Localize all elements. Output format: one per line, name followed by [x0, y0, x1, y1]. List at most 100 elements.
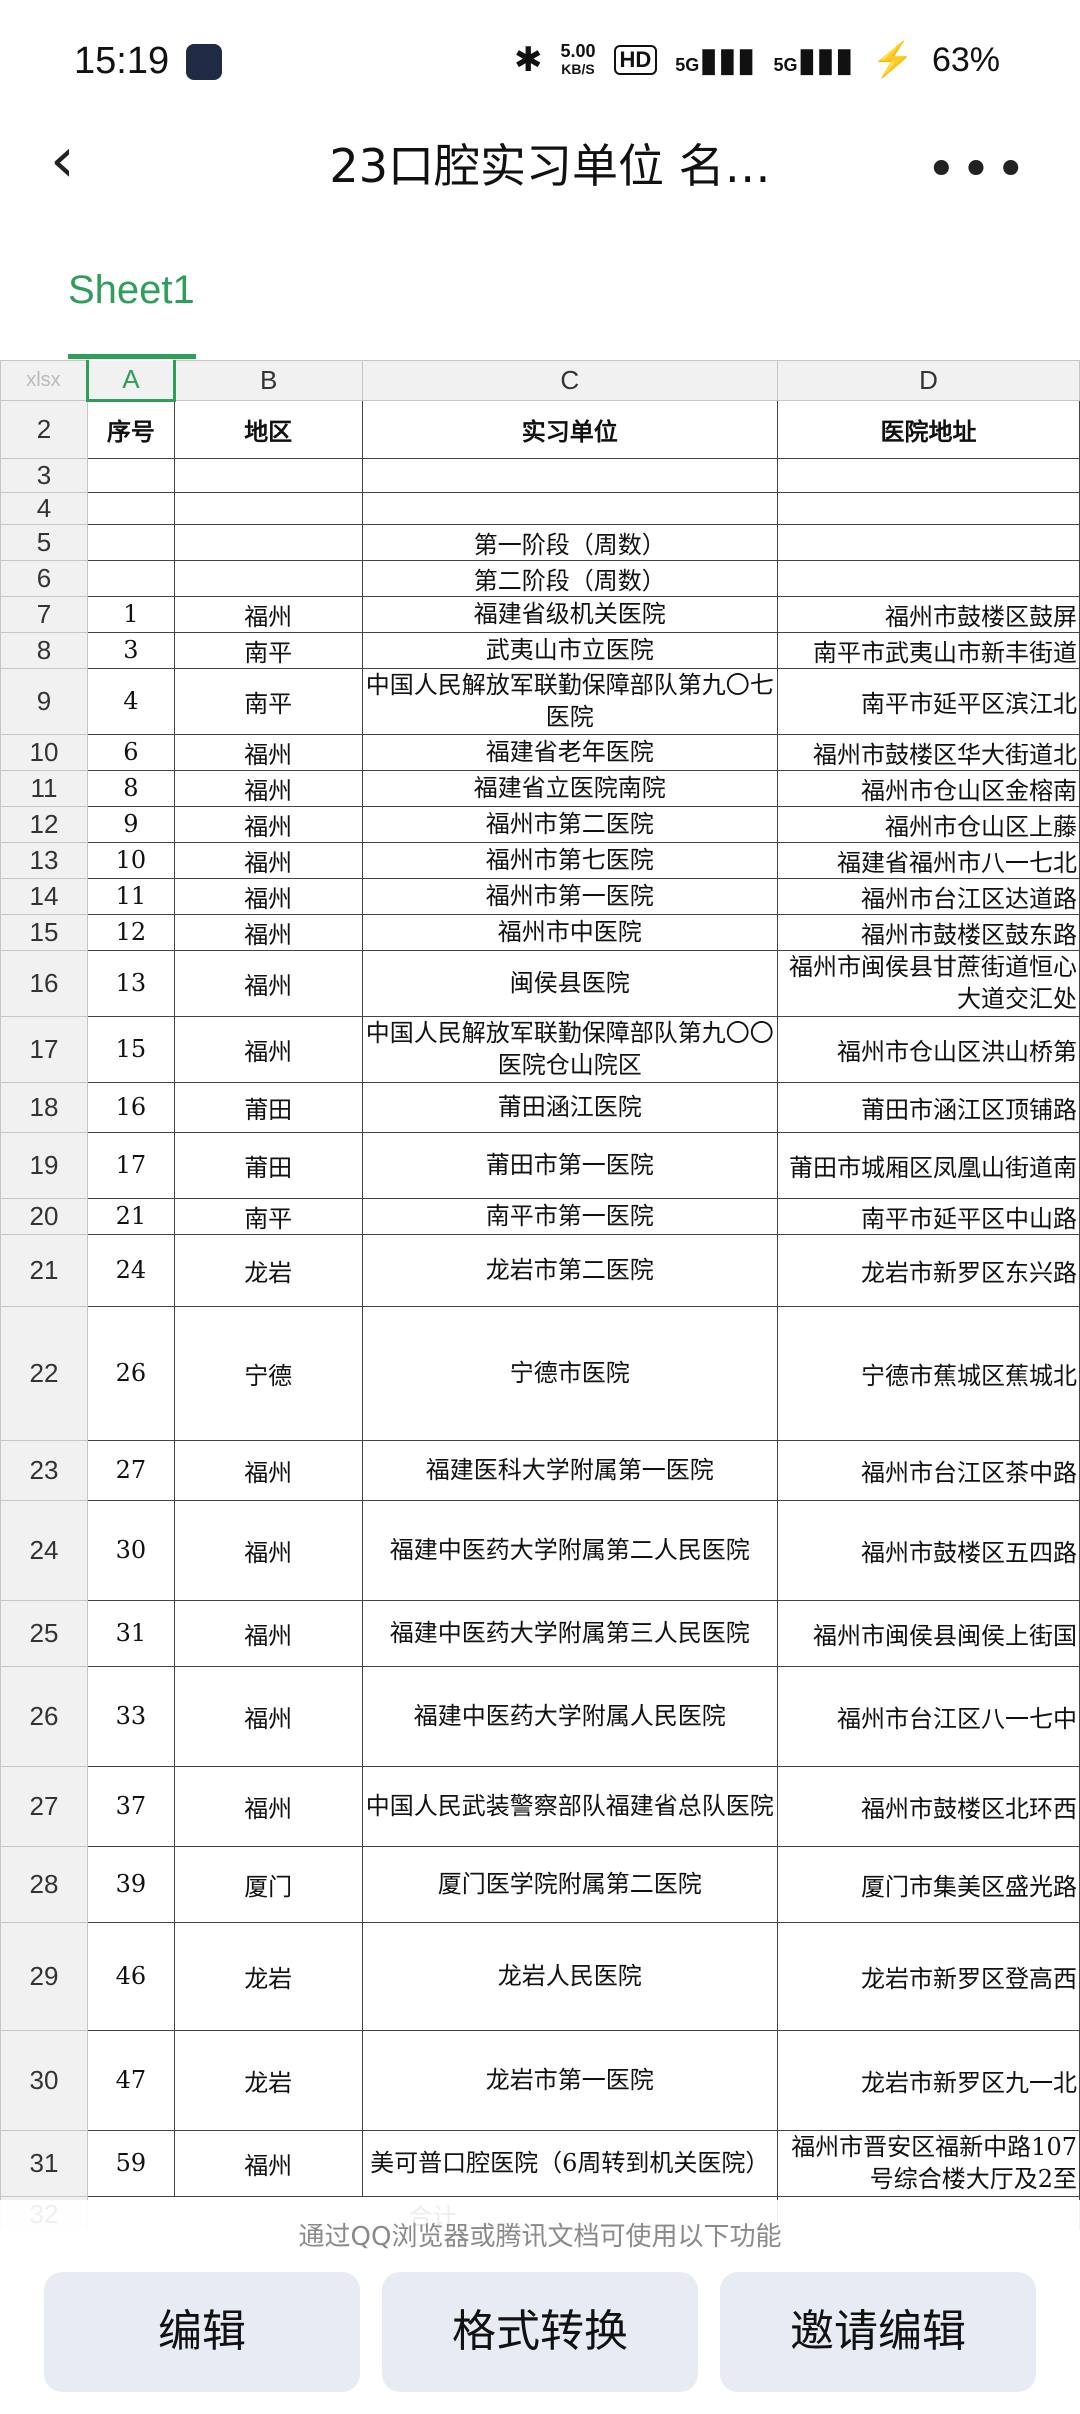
row-number[interactable]: 24	[0, 1499, 88, 1601]
address-cell[interactable]: 南平市延平区中山路	[776, 1197, 1080, 1235]
cell[interactable]	[173, 523, 363, 561]
row-number[interactable]: 19	[0, 1131, 88, 1199]
seq-cell[interactable]: 4	[86, 667, 175, 735]
unit-cell[interactable]: 莆田市第一医院	[361, 1131, 778, 1199]
unit-cell[interactable]: 福建中医药大学附属第三人民医院	[361, 1599, 778, 1667]
seq-cell[interactable]: 10	[86, 841, 175, 879]
region-cell[interactable]: 龙岩	[173, 1921, 363, 2031]
region-cell[interactable]: 福州	[173, 769, 363, 807]
unit-cell[interactable]: 福州市第二医院	[361, 805, 778, 843]
unit-cell[interactable]: 福州市中医院	[361, 913, 778, 951]
row-number[interactable]: 27	[0, 1765, 88, 1847]
header-cell-region[interactable]: 地区	[173, 399, 363, 459]
back-icon[interactable]: ‹	[50, 129, 110, 191]
unit-cell[interactable]: 厦门医学院附属第二医院	[361, 1845, 778, 1923]
region-cell[interactable]: 福州	[173, 595, 363, 633]
row-number[interactable]: 30	[0, 2029, 88, 2131]
cell[interactable]	[173, 559, 363, 597]
format-convert-button[interactable]: 格式转换	[382, 2272, 698, 2392]
seq-cell[interactable]: 30	[86, 1499, 175, 1601]
unit-cell[interactable]: 武夷山市立医院	[361, 631, 778, 669]
region-cell[interactable]: 福州	[173, 877, 363, 915]
row-number[interactable]: 31	[0, 2129, 88, 2197]
cell[interactable]	[173, 491, 363, 525]
address-cell[interactable]: 福州市闽侯县甘蔗街道恒心大道交汇处	[776, 949, 1080, 1017]
stage-cell[interactable]: 第二阶段（周数）	[361, 559, 778, 597]
seq-cell[interactable]: 12	[86, 913, 175, 951]
header-cell-unit[interactable]: 实习单位	[361, 399, 778, 459]
address-cell[interactable]: 福州市台江区八一七中	[776, 1665, 1080, 1767]
row-number[interactable]: 21	[0, 1233, 88, 1307]
unit-cell[interactable]: 龙岩市第二医院	[361, 1233, 778, 1307]
row-number[interactable]: 23	[0, 1439, 88, 1501]
seq-cell[interactable]: 26	[86, 1305, 175, 1441]
address-cell[interactable]: 福州市台江区达道路	[776, 877, 1080, 915]
region-cell[interactable]: 莆田	[173, 1131, 363, 1199]
seq-cell[interactable]: 13	[86, 949, 175, 1017]
seq-cell[interactable]: 15	[86, 1015, 175, 1083]
row-number[interactable]: 14	[0, 877, 88, 915]
row-number[interactable]: 4	[0, 491, 88, 525]
address-cell[interactable]: 宁德市蕉城区蕉城北	[776, 1305, 1080, 1441]
address-cell[interactable]: 南平市武夷山市新丰街道	[776, 631, 1080, 669]
seq-cell[interactable]: 46	[86, 1921, 175, 2031]
address-cell[interactable]: 福州市仓山区金榕南	[776, 769, 1080, 807]
address-cell[interactable]: 福州市鼓楼区北环西	[776, 1765, 1080, 1847]
region-cell[interactable]: 福州	[173, 1599, 363, 1667]
unit-cell[interactable]: 福州市第一医院	[361, 877, 778, 915]
seq-cell[interactable]: 9	[86, 805, 175, 843]
cell[interactable]	[86, 491, 175, 525]
address-cell[interactable]: 福州市晋安区福新中路107号综合楼大厅及2至	[776, 2129, 1080, 2197]
region-cell[interactable]: 福州	[173, 913, 363, 951]
address-cell[interactable]: 龙岩市新罗区九一北	[776, 2029, 1080, 2131]
unit-cell[interactable]: 南平市第一医院	[361, 1197, 778, 1235]
unit-cell[interactable]: 龙岩市第一医院	[361, 2029, 778, 2131]
cell[interactable]	[86, 457, 175, 493]
row-number[interactable]: 18	[0, 1081, 88, 1133]
seq-cell[interactable]: 16	[86, 1081, 175, 1133]
cell[interactable]	[776, 491, 1080, 525]
cell[interactable]	[776, 559, 1080, 597]
column-header-a[interactable]: A	[85, 360, 176, 402]
region-cell[interactable]: 南平	[173, 631, 363, 669]
row-number[interactable]: 8	[0, 631, 88, 669]
region-cell[interactable]: 南平	[173, 667, 363, 735]
address-cell[interactable]: 莆田市城厢区凤凰山街道南	[776, 1131, 1080, 1199]
address-cell[interactable]: 福州市鼓楼区华大街道北	[776, 733, 1080, 771]
region-cell[interactable]: 龙岩	[173, 1233, 363, 1307]
cell[interactable]	[86, 523, 175, 561]
cell[interactable]	[173, 457, 363, 493]
column-header-b[interactable]: B	[173, 360, 363, 401]
cell[interactable]	[361, 457, 778, 493]
region-cell[interactable]: 福州	[173, 805, 363, 843]
address-cell[interactable]: 福州市鼓楼区五四路	[776, 1499, 1080, 1601]
unit-cell[interactable]: 闽侯县医院	[361, 949, 778, 1017]
row-number[interactable]: 13	[0, 841, 88, 879]
seq-cell[interactable]: 59	[86, 2129, 175, 2197]
row-number[interactable]: 25	[0, 1599, 88, 1667]
seq-cell[interactable]: 39	[86, 1845, 175, 1923]
seq-cell[interactable]: 27	[86, 1439, 175, 1501]
row-number[interactable]: 29	[0, 1921, 88, 2031]
seq-cell[interactable]: 31	[86, 1599, 175, 1667]
unit-cell[interactable]: 莆田涵江医院	[361, 1081, 778, 1133]
edit-button[interactable]: 编辑	[44, 2272, 360, 2392]
address-cell[interactable]: 厦门市集美区盛光路	[776, 1845, 1080, 1923]
seq-cell[interactable]: 37	[86, 1765, 175, 1847]
row-number[interactable]: 16	[0, 949, 88, 1017]
seq-cell[interactable]: 24	[86, 1233, 175, 1307]
unit-cell[interactable]: 福建中医药大学附属人民医院	[361, 1665, 778, 1767]
region-cell[interactable]: 南平	[173, 1197, 363, 1235]
row-number[interactable]: 10	[0, 733, 88, 771]
region-cell[interactable]: 厦门	[173, 1845, 363, 1923]
region-cell[interactable]: 莆田	[173, 1081, 363, 1133]
row-number[interactable]: 26	[0, 1665, 88, 1767]
row-number[interactable]: 12	[0, 805, 88, 843]
row-number[interactable]: 5	[0, 523, 88, 561]
address-cell[interactable]: 福建省福州市八一七北	[776, 841, 1080, 879]
row-number[interactable]: 9	[0, 667, 88, 735]
row-number[interactable]: 11	[0, 769, 88, 807]
row-number[interactable]: 20	[0, 1197, 88, 1235]
unit-cell[interactable]: 福建省立医院南院	[361, 769, 778, 807]
address-cell[interactable]: 福州市仓山区洪山桥第	[776, 1015, 1080, 1083]
